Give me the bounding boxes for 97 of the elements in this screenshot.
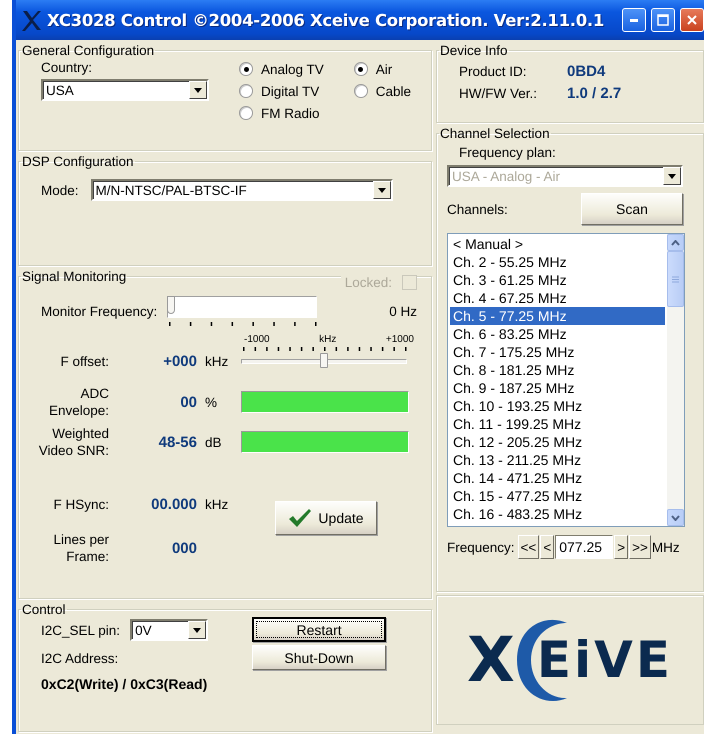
list-item[interactable]: Ch. 7 - 175.25 MHz bbox=[450, 343, 665, 361]
field-label: I2C_SEL pin: bbox=[41, 622, 120, 638]
field-label: Monitor Frequency: bbox=[41, 304, 158, 318]
list-item[interactable]: Ch. 11 - 199.25 MHz bbox=[450, 415, 665, 433]
mode-dropdown[interactable]: M/N-NTSC/PAL-BTSC-IF bbox=[90, 179, 393, 201]
update-button[interactable]: Update bbox=[275, 501, 377, 535]
i2c-pin-dropdown[interactable]: 0V bbox=[130, 619, 208, 641]
group-title: Signal Monitoring bbox=[21, 269, 128, 284]
minimize-icon bbox=[630, 18, 638, 22]
action-button[interactable]: Shut-Down bbox=[252, 645, 386, 670]
list-item[interactable]: Ch. 13 - 211.25 MHz bbox=[450, 451, 665, 469]
offset-value: +000 bbox=[163, 352, 197, 370]
caret-icon bbox=[668, 174, 676, 178]
list-item[interactable]: Ch. 16 - 483.25 MHz bbox=[450, 505, 665, 523]
unit-label: kHz bbox=[205, 354, 230, 368]
close-button[interactable] bbox=[680, 8, 704, 32]
info-value: 0BD4 bbox=[567, 62, 606, 80]
field-label: Mode: bbox=[41, 182, 79, 198]
list-item[interactable]: < Manual > bbox=[450, 235, 665, 253]
monitor-frequency-slider[interactable] bbox=[167, 294, 318, 328]
caret-icon bbox=[193, 628, 202, 632]
country-dropdown[interactable]: USA bbox=[41, 79, 209, 101]
caret-icon bbox=[194, 88, 202, 92]
channel-list[interactable] bbox=[447, 233, 685, 527]
chevron-down-icon bbox=[671, 514, 680, 520]
radio-button[interactable]: Analog TV bbox=[239, 58, 324, 80]
scroll-down-button[interactable] bbox=[667, 509, 684, 526]
address-value: 0xC2(Write) / 0xC3(Read) bbox=[41, 676, 208, 692]
hsync-value: 00.000 bbox=[151, 496, 197, 512]
checkbox-label: Locked: bbox=[344, 275, 392, 290]
frequency-field[interactable]: 077.25 bbox=[555, 535, 614, 559]
scroll-thumb[interactable] bbox=[667, 251, 684, 307]
field-label: Channels: bbox=[447, 202, 508, 216]
chevron-up-icon bbox=[671, 240, 680, 246]
maximize-icon bbox=[657, 14, 669, 26]
list-item[interactable]: Ch. 5 - 77.25 MHz bbox=[450, 307, 665, 325]
app-icon bbox=[20, 9, 42, 31]
step-button[interactable]: << bbox=[518, 535, 540, 559]
field-label: F HSync: bbox=[52, 496, 109, 512]
list-item[interactable]: Ch. 6 - 83.25 MHz bbox=[450, 325, 665, 343]
group-title: Channel Selection bbox=[439, 126, 551, 141]
radio-button[interactable]: Cable bbox=[354, 80, 412, 102]
list-item[interactable]: Ch. 14 - 471.25 MHz bbox=[450, 469, 665, 487]
unit-label: MHz bbox=[652, 540, 680, 554]
scale-label: +1000 bbox=[386, 334, 414, 345]
meter-value: 48-56 bbox=[158, 434, 197, 450]
group-title: Device Info bbox=[439, 43, 509, 58]
list-item[interactable]: Ch. 10 - 193.25 MHz bbox=[450, 397, 665, 415]
logo-text: EiVE bbox=[536, 635, 673, 685]
list-item[interactable]: Ch. 4 - 67.25 MHz bbox=[450, 289, 665, 307]
window-title: XC3028 Control ©2004-2006 Xceive Corporation. Ver:2.11.0.1 bbox=[47, 10, 606, 30]
slider-thumb[interactable] bbox=[320, 353, 328, 368]
radio-button[interactable]: Air bbox=[354, 58, 412, 80]
field-label: HW/FW Ver.: bbox=[459, 86, 538, 100]
minimize-button[interactable] bbox=[622, 8, 646, 32]
list-item[interactable]: Ch. 8 - 181.25 MHz bbox=[450, 361, 665, 379]
step-button[interactable]: < bbox=[540, 535, 554, 559]
field-label: F offset: bbox=[59, 352, 109, 370]
group-title: Control bbox=[21, 602, 67, 617]
radio-button[interactable]: FM Radio bbox=[239, 102, 324, 124]
field-label: Product ID: bbox=[459, 64, 528, 78]
unit-label: kHz bbox=[205, 496, 230, 512]
scan-button[interactable]: Scan bbox=[581, 193, 683, 225]
group-title: DSP Configuration bbox=[21, 154, 135, 169]
group-title: General Configuration bbox=[21, 43, 156, 58]
field-label: I2C Address: bbox=[41, 651, 120, 666]
meter-value: 00 bbox=[180, 394, 197, 410]
step-button[interactable]: > bbox=[614, 535, 628, 559]
field-label: ADC Envelope: bbox=[48, 385, 109, 419]
field-label: Lines per Frame: bbox=[52, 531, 109, 565]
list-item[interactable]: Ch. 3 - 61.25 MHz bbox=[450, 271, 665, 289]
slider-thumb[interactable] bbox=[167, 296, 176, 314]
action-button[interactable]: Restart bbox=[252, 617, 386, 642]
frequency-reading: 0 Hz bbox=[389, 304, 417, 318]
checkmark-icon bbox=[288, 508, 312, 528]
close-icon bbox=[687, 15, 697, 25]
radio-button[interactable]: Digital TV bbox=[239, 80, 324, 102]
scrollbar[interactable] bbox=[667, 234, 684, 526]
caret-icon bbox=[378, 188, 386, 192]
field-label: Frequency: bbox=[447, 540, 515, 554]
scale-label: kHz bbox=[319, 334, 336, 345]
field-label: Country: bbox=[41, 60, 94, 75]
field-label: Frequency plan: bbox=[459, 145, 556, 160]
unit-label: % bbox=[205, 394, 218, 410]
info-value: 1.0 / 2.7 bbox=[567, 84, 622, 102]
logo-text: X bbox=[467, 629, 515, 691]
list-item[interactable]: Ch. 2 - 55.25 MHz bbox=[450, 253, 665, 271]
scale-label: -1000 bbox=[244, 334, 270, 345]
list-item[interactable]: Ch. 15 - 477.25 MHz bbox=[450, 487, 665, 505]
list-item[interactable]: Ch. 9 - 187.25 MHz bbox=[450, 379, 665, 397]
list-item[interactable]: Ch. 12 - 205.25 MHz bbox=[450, 433, 665, 451]
unit-label: dB bbox=[205, 434, 223, 450]
scroll-up-button[interactable] bbox=[667, 234, 684, 251]
maximize-button[interactable] bbox=[651, 8, 675, 32]
field-label: Weighted Video SNR: bbox=[38, 425, 109, 459]
step-button[interactable]: >> bbox=[629, 535, 651, 559]
lines-value: 000 bbox=[172, 540, 197, 556]
